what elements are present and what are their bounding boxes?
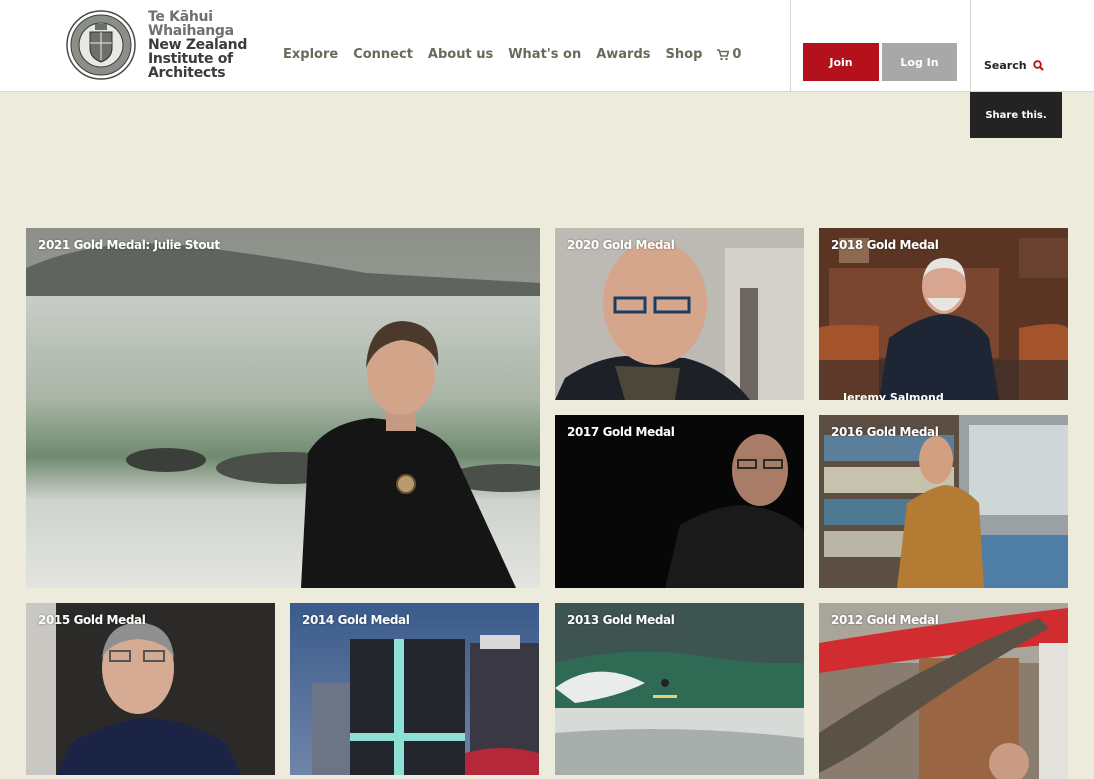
seal-logo-icon[interactable] [66, 10, 136, 80]
tile-2012-gold-medal[interactable]: 2012 Gold Medal [819, 603, 1068, 779]
tile-subcaption: Jeremy Salmond [843, 391, 944, 400]
cart-button[interactable]: 0 [717, 47, 756, 62]
tile-2017-gold-medal[interactable]: 2017 Gold Medal [555, 415, 804, 588]
nav-awards[interactable]: Awards [596, 47, 650, 62]
nav-about-us[interactable]: About us [428, 47, 493, 62]
brand-line-4: Institute of [148, 51, 233, 67]
tile-2020-gold-medal[interactable]: 2020 Gold Medal [555, 228, 804, 400]
tile-caption: 2016 Gold Medal [831, 425, 939, 439]
tile-photo [555, 603, 804, 775]
brand-name[interactable]: Te Kāhui Whaihanga New Zealand Institute… [148, 10, 247, 80]
tile-photo [819, 603, 1068, 779]
header-divider [970, 0, 971, 92]
site-header: Te Kāhui Whaihanga New Zealand Institute… [0, 0, 1094, 92]
tile-caption: 2020 Gold Medal [567, 238, 675, 252]
tile-caption: 2021 Gold Medal: Julie Stout [38, 238, 220, 252]
tile-photo [555, 415, 804, 588]
tile-2014-gold-medal[interactable]: 2014 Gold Medal [290, 603, 539, 775]
tile-caption: 2017 Gold Medal [567, 425, 675, 439]
tile-caption: 2012 Gold Medal [831, 613, 939, 627]
main-nav: Explore Connect About us What's on Award… [283, 47, 771, 62]
tile-caption: 2013 Gold Medal [567, 613, 675, 627]
nav-shop[interactable]: Shop [666, 47, 703, 62]
nav-connect[interactable]: Connect [353, 47, 413, 62]
cart-icon [717, 48, 730, 60]
nav-whats-on[interactable]: What's on [508, 47, 581, 62]
tile-photo [26, 603, 275, 775]
tile-caption: 2014 Gold Medal [302, 613, 410, 627]
tile-photo [26, 228, 540, 588]
search-icon [1032, 60, 1044, 71]
tile-2015-gold-medal[interactable]: 2015 Gold Medal [26, 603, 275, 775]
tile-caption: 2015 Gold Medal [38, 613, 146, 627]
brand-line-5: Architects [148, 65, 226, 81]
tile-2018-gold-medal[interactable]: 2018 Gold Medal Jeremy Salmond [819, 228, 1068, 400]
tile-photo [819, 228, 1068, 400]
brand-line-2: Whaihanga [148, 23, 234, 39]
search-label: Search [984, 59, 1027, 72]
header-divider [790, 0, 791, 92]
tile-photo [819, 415, 1068, 588]
login-button[interactable]: Log In [882, 43, 957, 81]
tile-2021-gold-medal[interactable]: 2021 Gold Medal: Julie Stout [26, 228, 540, 588]
tile-photo [290, 603, 539, 775]
cart-count: 0 [732, 47, 742, 62]
search-button[interactable]: Search [984, 59, 1044, 72]
brand-line-1: Te Kāhui [148, 9, 213, 25]
tile-2013-gold-medal[interactable]: 2013 Gold Medal [555, 603, 804, 775]
tile-photo [555, 228, 804, 400]
share-button[interactable]: Share this. [970, 92, 1062, 138]
brand-line-3: New Zealand [148, 37, 248, 53]
nav-explore[interactable]: Explore [283, 47, 338, 62]
tile-caption: 2018 Gold Medal [831, 238, 939, 252]
join-button[interactable]: Join [803, 43, 879, 81]
tile-2016-gold-medal[interactable]: 2016 Gold Medal [819, 415, 1068, 588]
